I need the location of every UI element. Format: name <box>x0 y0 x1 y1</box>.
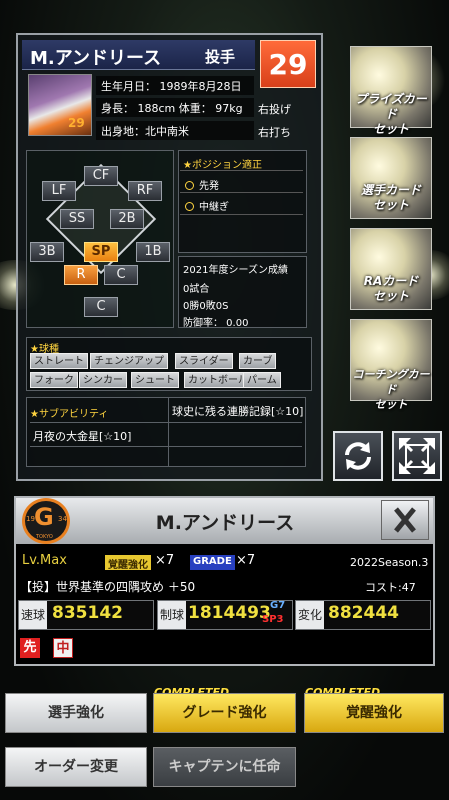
stat-control-grade: G7 <box>270 600 286 611</box>
awakening-count: ×7 <box>155 553 175 568</box>
coaching-card-set-label: コーチングカード セット <box>352 368 430 411</box>
circle-icon <box>185 181 194 190</box>
divider <box>168 397 169 467</box>
aptitude-starter-label: 先発 <box>199 181 219 192</box>
aptitude-reliever-label: 中継ぎ <box>199 202 229 213</box>
divider <box>30 422 302 423</box>
grade-count: ×7 <box>236 553 256 568</box>
pitch-chip: フォーク <box>30 372 78 388</box>
divider <box>180 214 303 215</box>
field-pos-lf: LF <box>42 181 76 201</box>
sub-ability-item: 月夜の大金星[☆10] <box>33 430 132 443</box>
pitch-chip: ストレート <box>30 353 88 369</box>
field-pos-3b: 3B <box>30 242 64 262</box>
circle-icon <box>185 202 194 211</box>
sub-ability-item: 球史に残る連勝記録[☆10] <box>172 405 304 418</box>
pitch-chip: チェンジアップ <box>90 353 168 369</box>
pitch-chip: カーブ <box>239 353 277 369</box>
cost: コスト:47 <box>365 581 416 594</box>
birthplace: 出身地：北中南米 <box>96 121 254 140</box>
field-pos-c: C <box>104 265 138 285</box>
grade-enhance-button[interactable]: グレード強化 <box>153 693 296 733</box>
pitch-chip: パーム <box>243 372 281 388</box>
stat-fastball-label: 速球 <box>19 601 47 629</box>
field-pos-ss: SS <box>60 209 94 229</box>
throws-hand: 右投げ <box>258 103 291 116</box>
stat-break-value: 882444 <box>328 603 399 623</box>
field-pos-cf: CF <box>84 166 118 186</box>
appoint-captain-button[interactable]: キャプテンに任命 <box>153 747 296 787</box>
grade-badge: GRADE <box>190 555 235 570</box>
role-tag-starter: 先 <box>20 638 40 658</box>
aptitude-reliever: 中継ぎ <box>185 198 229 213</box>
field-pos-2b: 2B <box>110 209 144 229</box>
refresh-icon <box>345 442 371 470</box>
player-enhance-button[interactable]: 選手強化 <box>5 693 147 733</box>
season-era: 防御率： 0.00 <box>183 318 249 329</box>
uniform-number: 29 <box>268 48 308 81</box>
order-change-button[interactable]: オーダー変更 <box>5 747 147 787</box>
team-logo-year-left: 19 <box>26 515 35 523</box>
stat-control-value: 1814493 <box>188 603 271 623</box>
skill-text: 【投】世界基準の四隅攻め ＋50 <box>20 580 196 594</box>
player-card-set-label: 選手カード セット <box>360 183 421 212</box>
pitch-chip: シンカー <box>79 372 127 388</box>
aptitude-title: ★ポジション適正 <box>183 160 262 171</box>
birthday: 生年月日： 1989年8月28日 <box>96 76 254 95</box>
player-name: M.アンドリース <box>30 48 162 69</box>
expand-button[interactable] <box>392 431 442 481</box>
level: Lv.Max <box>22 553 67 568</box>
season-games: 0試合 <box>183 284 210 295</box>
field-pos-catcher: C <box>84 297 118 317</box>
expand-icon <box>399 438 435 474</box>
season-wins: 0勝0敗0S <box>183 301 229 312</box>
ra-card-set-label: RAカード セット <box>363 274 419 303</box>
close-icon <box>394 507 416 533</box>
pitch-chip: カットボール <box>184 372 252 388</box>
stat-fastball-value: 835142 <box>52 603 123 623</box>
info-player-name: M.アンドリース <box>155 512 295 534</box>
stat-break-label: 変化 <box>296 601 324 629</box>
field-pos-1b: 1B <box>136 242 170 262</box>
refresh-button[interactable] <box>333 431 383 481</box>
divider <box>180 192 303 193</box>
pitch-chip: シュート <box>131 372 179 388</box>
divider <box>30 446 302 447</box>
height-weight: 身長： 188cm 体重： 97kg <box>96 98 254 117</box>
role-tag-reliever: 中 <box>53 638 73 658</box>
sub-ability-title: ★サブアビリティ <box>30 409 109 420</box>
aptitude-starter: 先発 <box>185 177 219 192</box>
close-button[interactable] <box>381 500 429 540</box>
team-logo-city: TOKYO <box>36 534 53 540</box>
stat-control-label: 制球 <box>158 601 186 629</box>
awaken-enhance-button[interactable]: 覚醒強化 <box>304 693 444 733</box>
awakening-badge: 覚醒強化 <box>105 555 151 571</box>
season-title: 2021年度シーズン成績 <box>183 265 288 276</box>
pitch-chip: スライダー <box>175 353 233 369</box>
player-position: 投手 <box>205 48 236 66</box>
divider <box>180 170 303 171</box>
season-label: 2022Season.3 <box>350 556 429 569</box>
stat-control-sp: SP3 <box>262 614 284 625</box>
team-logo-letter: G <box>34 503 54 531</box>
team-logo-year-right: 34 <box>58 515 67 523</box>
field-pos-rf: RF <box>128 181 162 201</box>
bats-hand: 右打ち <box>258 126 291 139</box>
prize-card-set-label: プライズカード セット <box>355 92 427 136</box>
field-pos-sp: SP <box>84 242 118 262</box>
portrait-number: 29 <box>68 116 85 130</box>
field-pos-r: R <box>64 265 98 285</box>
